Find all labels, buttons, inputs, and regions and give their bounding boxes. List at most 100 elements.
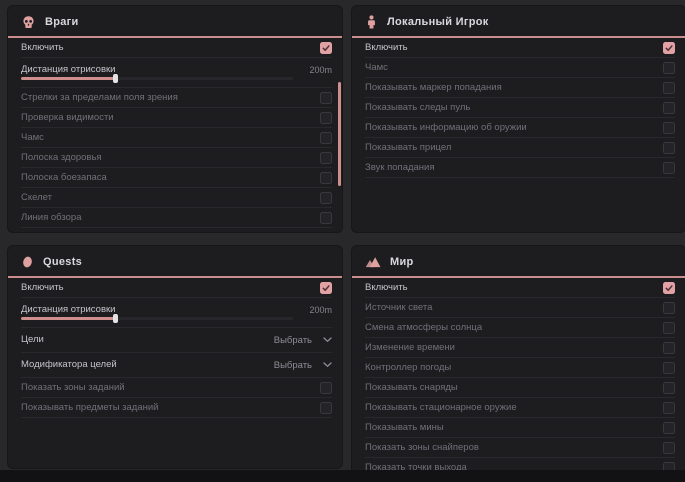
mountain-icon	[365, 256, 381, 268]
setting-label: Источник света	[365, 303, 432, 313]
person-icon	[365, 15, 378, 29]
checkbox[interactable]	[663, 142, 675, 154]
setting-label: Цели	[21, 335, 44, 345]
panel-header: Локальный Игрок	[352, 6, 685, 38]
setting-row: Показывать мины	[365, 418, 675, 438]
checkbox[interactable]	[663, 62, 675, 74]
dropdown[interactable]: Выбрать	[274, 360, 332, 371]
setting-label: Показывать стационарное оружие	[365, 403, 517, 413]
setting-row: Полоска здоровья	[21, 148, 332, 168]
checkbox[interactable]	[320, 132, 332, 144]
dropdown[interactable]: Выбрать	[274, 335, 332, 346]
skull-icon	[21, 15, 36, 30]
setting-label: Включить	[21, 283, 64, 293]
panel-title: Враги	[45, 16, 79, 28]
checkbox[interactable]	[320, 402, 332, 414]
setting-label: Контроллер погоды	[365, 363, 451, 373]
setting-row: Контроллер погоды	[365, 358, 675, 378]
bottom-bar	[0, 470, 685, 482]
setting-label: Стрелки за пределами поля зрения	[21, 93, 178, 103]
setting-row-select: Модификатора целей Выбрать	[21, 353, 332, 378]
panel-title: Мир	[390, 256, 414, 268]
panel-title: Локальный Игрок	[387, 16, 489, 28]
panel-enemies: ВрагиВключитьДистанция отрисовки200mСтре…	[8, 6, 342, 232]
setting-label: Модификатора целей	[21, 360, 117, 370]
checkbox[interactable]	[320, 112, 332, 124]
setting-row: Изменение времени	[365, 338, 675, 358]
setting-row: Включить	[21, 278, 332, 298]
slider-line: Дистанция отрисовки 200m	[21, 65, 332, 75]
checkbox[interactable]	[320, 92, 332, 104]
checkbox[interactable]	[320, 192, 332, 204]
checkbox[interactable]	[320, 282, 332, 294]
setting-label: Чамс	[365, 63, 388, 73]
slider-thumb[interactable]	[113, 314, 118, 323]
quest-icon	[21, 255, 34, 269]
scrollbar[interactable]	[338, 82, 341, 186]
setting-row: Показать зоны заданий	[21, 378, 332, 398]
checkbox[interactable]	[663, 282, 675, 294]
checkbox[interactable]	[663, 302, 675, 314]
checkbox[interactable]	[320, 232, 332, 233]
setting-label: Дистанция отрисовки	[21, 65, 115, 75]
checkbox[interactable]	[663, 42, 675, 54]
setting-row: Показывать снаряды	[365, 378, 675, 398]
setting-row: Включить	[365, 38, 675, 58]
panel-title: Quests	[43, 256, 82, 268]
panel-body: ВключитьДистанция отрисовки200mСтрелки з…	[8, 38, 342, 232]
slider[interactable]	[21, 317, 293, 320]
dropdown-value: Выбрать	[274, 360, 312, 371]
setting-row: Показывать следы пуль	[21, 228, 332, 232]
slider-value: 200m	[309, 65, 332, 75]
setting-label: Показывать прицел	[365, 143, 451, 153]
setting-label: Показывать мины	[365, 423, 444, 433]
checkbox[interactable]	[320, 212, 332, 224]
checkbox[interactable]	[663, 342, 675, 354]
setting-row: Показывать следы пуль	[365, 98, 675, 118]
setting-row: Показывать предметы заданий	[21, 398, 332, 418]
checkbox[interactable]	[663, 442, 675, 454]
setting-row: Линия обзора	[21, 208, 332, 228]
checkbox[interactable]	[320, 42, 332, 54]
setting-row: Включить	[365, 278, 675, 298]
setting-label: Полоска боезапаса	[21, 173, 107, 183]
setting-label: Линия обзора	[21, 213, 82, 223]
setting-label: Показывать предметы заданий	[21, 403, 158, 413]
setting-row-slider: Дистанция отрисовки 200m	[21, 58, 332, 88]
checkbox[interactable]	[663, 162, 675, 174]
checkbox[interactable]	[663, 382, 675, 394]
panel-header: Quests	[8, 246, 342, 278]
setting-row: Источник света	[365, 298, 675, 318]
dropdown-value: Выбрать	[274, 335, 312, 346]
setting-row: Проверка видимости	[21, 108, 332, 128]
checkbox[interactable]	[663, 362, 675, 374]
setting-row-select: Цели Выбрать	[21, 328, 332, 353]
setting-label: Показать зоны снайперов	[365, 443, 479, 453]
setting-row: Полоска боезапаса	[21, 168, 332, 188]
checkbox[interactable]	[663, 402, 675, 414]
setting-label: Показывать следы пуль	[365, 103, 470, 113]
setting-label: Полоска здоровья	[21, 153, 102, 163]
checkbox[interactable]	[663, 82, 675, 94]
checkbox[interactable]	[320, 152, 332, 164]
checkbox[interactable]	[663, 422, 675, 434]
setting-row-slider: Дистанция отрисовки200m	[21, 298, 332, 328]
setting-row: Скелет	[21, 188, 332, 208]
slider-value: 200m	[309, 305, 332, 315]
checkbox[interactable]	[663, 122, 675, 134]
slider-thumb[interactable]	[113, 74, 118, 83]
panel-body: Включить Дистанция отрисовки200m Цели Выбра…	[8, 278, 342, 418]
checkbox[interactable]	[320, 172, 332, 184]
checkbox[interactable]	[320, 382, 332, 394]
setting-row: Звук попадания	[365, 158, 675, 178]
checkbox[interactable]	[663, 102, 675, 114]
checkbox[interactable]	[663, 322, 675, 334]
setting-label: Скелет	[21, 193, 52, 203]
panel-quests: QuestsВключитьДистанция отрисовки200mЦел…	[8, 246, 342, 468]
setting-label: Проверка видимости	[21, 113, 114, 123]
slider[interactable]	[21, 77, 293, 80]
setting-row: Показывать стационарное оружие	[365, 398, 675, 418]
panel-body: ВключитьЧамсПоказывать маркер попаданияП…	[352, 38, 685, 178]
setting-label: Показать зоны заданий	[21, 383, 125, 393]
chevron-down-icon	[323, 362, 332, 368]
